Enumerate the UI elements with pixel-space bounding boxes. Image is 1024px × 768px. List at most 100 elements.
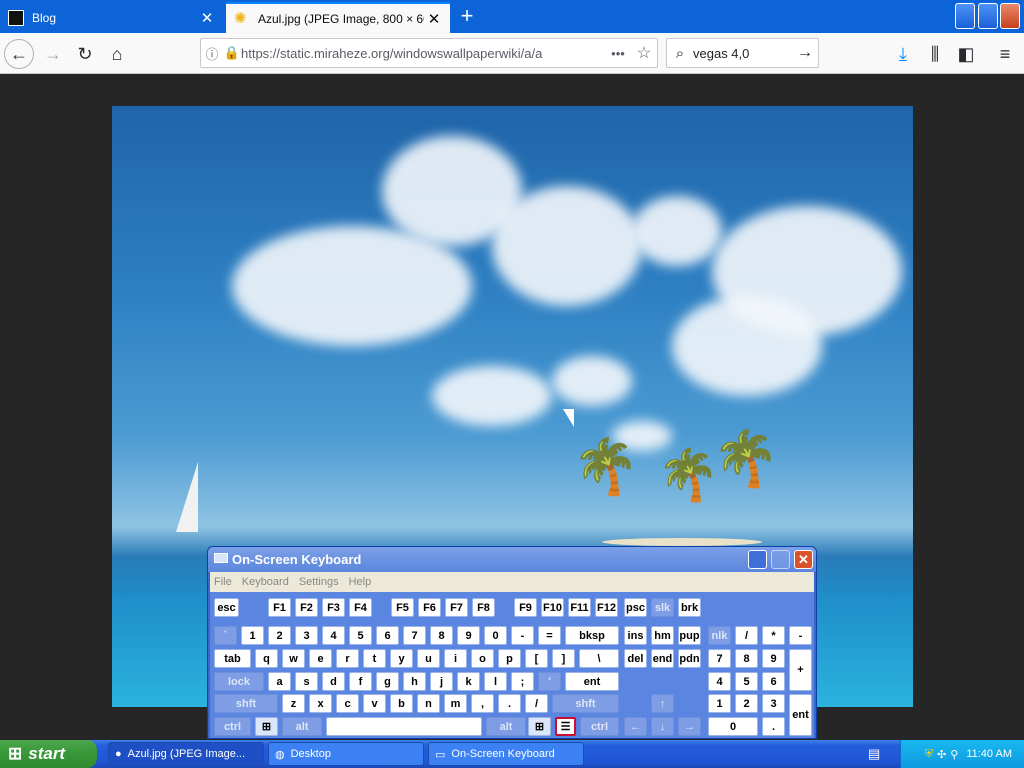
key[interactable]: 9 (762, 649, 785, 668)
key[interactable]: end (651, 649, 674, 668)
osk-minimize-button[interactable] (748, 550, 767, 569)
key[interactable]: w (282, 649, 305, 668)
key[interactable]: l (484, 672, 507, 691)
osk-close-button[interactable]: ✕ (794, 550, 813, 569)
key[interactable]: n (417, 694, 440, 713)
key[interactable]: g (376, 672, 399, 691)
key[interactable]: F10 (541, 598, 564, 617)
key[interactable]: t (363, 649, 386, 668)
key[interactable]: alt (282, 717, 322, 736)
key[interactable]: shft (214, 694, 278, 713)
key[interactable]: ← (624, 717, 647, 736)
key[interactable]: 1 (708, 694, 731, 713)
task-osk[interactable]: ▭ On-Screen Keyboard (428, 742, 584, 766)
key[interactable]: 5 (349, 626, 372, 645)
key[interactable]: u (417, 649, 440, 668)
key[interactable]: bksp (565, 626, 619, 645)
library-icon[interactable]: ⫼ (920, 39, 950, 69)
url-bar[interactable]: ⓘ 🔒 https://static.miraheze.org/windowsw… (200, 38, 658, 68)
search-bar[interactable]: ⌕ vegas 4,0 → (666, 38, 819, 68)
key[interactable]: pup (678, 626, 701, 645)
key[interactable]: nlk (708, 626, 731, 645)
key[interactable]: - (511, 626, 534, 645)
key[interactable]: F5 (391, 598, 414, 617)
maximize-button[interactable] (978, 3, 998, 29)
network-icon[interactable]: ✣ (937, 748, 946, 761)
key[interactable]: / (735, 626, 758, 645)
key[interactable]: hm (651, 626, 674, 645)
forward-button[interactable]: → (38, 39, 68, 69)
key[interactable]: ↑ (651, 694, 674, 713)
key[interactable]: ins (624, 626, 647, 645)
reload-button[interactable]: ↻ (70, 39, 100, 69)
home-button[interactable]: ⌂ (102, 39, 132, 69)
sidebar-icon[interactable]: ◧ (951, 39, 981, 69)
key[interactable]: ctrl (580, 717, 619, 736)
key[interactable]: j (430, 672, 453, 691)
bookmark-star-icon[interactable]: ☆ (631, 43, 657, 63)
key[interactable]: F11 (568, 598, 591, 617)
key[interactable]: , (471, 694, 494, 713)
key[interactable]: ↓ (651, 717, 674, 736)
key[interactable]: pdn (678, 649, 701, 668)
search-input[interactable]: vegas 4,0 (693, 46, 792, 61)
key[interactable]: b (390, 694, 413, 713)
close-icon[interactable]: ✕ (424, 10, 444, 28)
key[interactable]: d (322, 672, 345, 691)
key[interactable]: shft (552, 694, 619, 713)
key[interactable]: 9 (457, 626, 480, 645)
key[interactable]: 0 (484, 626, 507, 645)
key[interactable]: f (349, 672, 372, 691)
shield-icon[interactable]: ⛨ (925, 748, 933, 761)
key[interactable]: + (789, 649, 812, 691)
key[interactable]: - (789, 626, 812, 645)
key[interactable]: brk (678, 598, 701, 617)
menu-file[interactable]: File (214, 576, 232, 588)
key[interactable]: 3 (762, 694, 785, 713)
downloads-icon[interactable]: ⤓ (888, 39, 918, 69)
key[interactable]: = (538, 626, 561, 645)
key[interactable]: c (336, 694, 359, 713)
key[interactable]: ; (511, 672, 534, 691)
menu-help[interactable]: Help (349, 576, 372, 588)
key[interactable]: i (444, 649, 467, 668)
close-window-button[interactable] (1000, 3, 1020, 29)
key[interactable]: m (444, 694, 467, 713)
key[interactable]: / (525, 694, 548, 713)
key[interactable]: lock (214, 672, 264, 691)
key[interactable]: q (255, 649, 278, 668)
page-actions-icon[interactable]: ••• (605, 46, 631, 61)
key[interactable]: v (363, 694, 386, 713)
key[interactable]: F1 (268, 598, 291, 617)
osk-maximize-button[interactable] (771, 550, 790, 569)
close-icon[interactable]: ✕ (197, 9, 217, 27)
osk-title-bar[interactable]: On-Screen Keyboard ✕ (208, 547, 816, 572)
space-key[interactable] (326, 717, 482, 736)
info-icon[interactable]: ⓘ (201, 44, 223, 63)
start-button[interactable]: ⊞ start (0, 740, 97, 768)
new-tab-button[interactable]: + (454, 3, 480, 31)
key[interactable]: 4 (708, 672, 731, 691)
key[interactable]: 3 (295, 626, 318, 645)
menu-settings[interactable]: Settings (299, 576, 339, 588)
menu-icon[interactable]: ≡ (990, 39, 1020, 69)
key[interactable]: psc (624, 598, 647, 617)
key[interactable]: 8 (735, 649, 758, 668)
search-tray-icon[interactable]: ⚲ (950, 748, 958, 761)
task-desktop[interactable]: ◍ Desktop (268, 742, 424, 766)
key[interactable]: 7 (403, 626, 426, 645)
key[interactable]: F12 (595, 598, 618, 617)
key[interactable]: ctrl (214, 717, 251, 736)
key[interactable]: F9 (514, 598, 537, 617)
key[interactable]: 8 (430, 626, 453, 645)
key[interactable]: \ (579, 649, 619, 668)
key[interactable]: F4 (349, 598, 372, 617)
menu-key-icon[interactable]: ☰ (555, 717, 576, 736)
windows-key-icon[interactable]: ⊞ (528, 717, 551, 736)
key[interactable]: h (403, 672, 426, 691)
key[interactable]: 7 (708, 649, 731, 668)
key[interactable]: * (762, 626, 785, 645)
key[interactable]: ` (214, 626, 237, 645)
go-arrow-icon[interactable]: → (792, 44, 818, 62)
key[interactable]: a (268, 672, 291, 691)
